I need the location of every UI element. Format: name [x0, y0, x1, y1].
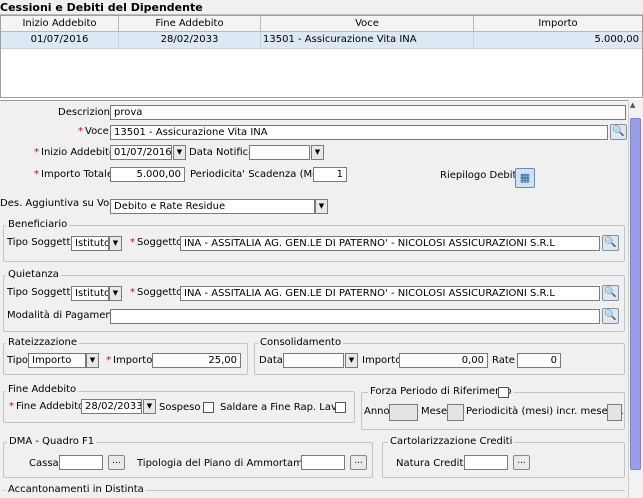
cell-importo: 5.000,00: [594, 34, 639, 45]
chevron-down-icon[interactable]: ▼: [173, 145, 186, 160]
rate-label: Rate: [492, 355, 515, 366]
chevron-down-icon[interactable]: ▼: [86, 353, 99, 368]
saldare-checkbox[interactable]: [335, 402, 346, 413]
cassa-label: Cassa: [29, 458, 59, 469]
data-input[interactable]: [283, 353, 344, 368]
voce-input[interactable]: 13501 - Assicurazione Vita INA: [110, 125, 608, 140]
importo-input[interactable]: 0,00: [399, 353, 488, 368]
chevron-down-icon[interactable]: ▼: [345, 353, 358, 368]
rate-input[interactable]: 0: [517, 353, 561, 368]
descrizione-input[interactable]: prova: [110, 105, 626, 120]
importo-totale-input[interactable]: 5.000,00: [110, 167, 185, 182]
importo-totale-label: * Importo Totale: [34, 169, 113, 180]
rateizzazione-title: Rateizzazione: [6, 337, 79, 349]
data-notifica-input[interactable]: [249, 145, 310, 160]
mese-label: Mese: [421, 406, 448, 417]
search-icon[interactable]: 🔍: [602, 235, 619, 251]
search-icon[interactable]: 🔍: [610, 124, 627, 140]
anno-label: Anno: [364, 406, 390, 417]
panel-title: Cessioni e Debiti del Dipendente: [0, 0, 643, 15]
saldare-label: Saldare a Fine Rap. Lav.: [220, 402, 340, 413]
sospeso-label: Sospeso: [159, 402, 201, 413]
tipologia-input[interactable]: [301, 455, 345, 470]
forza-periodo-title: Forza Periodo di Riferimento: [368, 386, 514, 398]
consolidamento-title: Consolidamento: [258, 337, 344, 349]
cell-inizio: 01/07/2016: [1, 32, 119, 49]
importo-label: * Importo: [106, 355, 153, 366]
inizio-label: * Inizio Addebito: [34, 147, 116, 158]
riepilogo-label: Riepilogo Debito: [440, 170, 523, 181]
periodicita-mesi-label: Periodicità (mesi) incr. mese rif.: [466, 406, 624, 417]
chevron-down-icon[interactable]: ▼: [143, 399, 156, 414]
periodicita-mesi-input[interactable]: [607, 404, 622, 421]
importo-label: Importo: [362, 355, 402, 366]
descrizione-label: Descrizione: [58, 107, 117, 118]
cell-fine: 28/02/2033: [119, 32, 261, 49]
column-header[interactable]: Voce: [261, 16, 474, 32]
tipo-soggetto-label: Tipo Soggetto: [7, 237, 77, 248]
tipo-label: Tipo: [7, 355, 29, 366]
cessioni-grid: Inizio Addebito Fine Addebito Voce Impor…: [0, 15, 643, 98]
scrollbar-thumb[interactable]: [630, 118, 641, 470]
mese-input[interactable]: [447, 404, 464, 421]
tipo-soggetto-select[interactable]: Istituto: [71, 286, 109, 301]
cassa-input[interactable]: [59, 455, 103, 470]
chevron-down-icon[interactable]: ▼: [109, 286, 122, 301]
inizio-date-input[interactable]: 01/07/2016: [110, 145, 172, 160]
fine-addebito-title: Fine Addebito: [6, 384, 79, 396]
forza-periodo-checkbox[interactable]: [498, 387, 509, 398]
column-header[interactable]: Importo: [474, 16, 642, 32]
soggetto-label: * Soggetto: [130, 237, 183, 248]
column-header[interactable]: Fine Addebito: [119, 16, 261, 32]
anno-input[interactable]: [389, 404, 418, 421]
chevron-down-icon[interactable]: ▼: [315, 199, 328, 214]
ellipsis-icon[interactable]: ...: [350, 455, 367, 470]
natura-label: Natura Credito: [396, 458, 470, 469]
periodicita-label: Periodicita' Scadenza (Mesi): [190, 169, 331, 180]
des-label: Des. Aggiuntiva su Voce: [0, 198, 121, 209]
ellipsis-icon[interactable]: ...: [513, 455, 530, 470]
ellipsis-icon[interactable]: ...: [108, 455, 125, 470]
tipo-select[interactable]: Importo: [28, 353, 86, 368]
data-label: Data: [259, 355, 283, 366]
cartolarizzazione-title: Cartolarizzazione Crediti: [388, 436, 515, 448]
cell-voce: 13501 - Assicurazione Vita INA: [261, 32, 474, 49]
voce-label: * Voce: [78, 126, 109, 137]
tipologia-label: Tipologia del Piano di Ammortamento: [137, 458, 326, 469]
tipo-soggetto-select[interactable]: Istituto: [71, 236, 109, 251]
quietanza-title: Quietanza: [6, 269, 61, 281]
fine-date-input[interactable]: 28/02/2033: [81, 399, 142, 414]
des-select[interactable]: Debito e Rate Residue: [110, 199, 315, 214]
table-row[interactable]: 01/07/2016 28/02/2033 13501 - Assicurazi…: [1, 32, 642, 49]
calculator-icon[interactable]: ▦: [515, 168, 535, 188]
scroll-up-icon[interactable]: ▲: [630, 101, 635, 109]
column-header[interactable]: Inizio Addebito: [1, 16, 119, 32]
soggetto-input[interactable]: INA - ASSITALIA AG. GEN.LE DI PATERNO' -…: [180, 286, 600, 301]
modalita-input[interactable]: [110, 309, 600, 324]
fine-label: * Fine Addebito: [9, 401, 85, 412]
periodicita-input[interactable]: 1: [313, 167, 347, 182]
importo-input[interactable]: 25,00: [152, 353, 241, 368]
beneficiario-title: Beneficiario: [6, 219, 70, 231]
chevron-down-icon[interactable]: ▼: [311, 145, 324, 160]
accantonamenti-title: Accantonamenti in Distinta: [6, 484, 146, 496]
data-notifica-label: Data Notifica: [189, 147, 255, 158]
soggetto-input[interactable]: INA - ASSITALIA AG. GEN.LE DI PATERNO' -…: [180, 236, 600, 251]
dma-title: DMA - Quadro F1: [7, 436, 97, 448]
sospeso-checkbox[interactable]: [203, 402, 214, 413]
natura-input[interactable]: [464, 455, 508, 470]
tipo-soggetto-label: Tipo Soggetto: [7, 287, 77, 298]
modalita-label: Modalità di Pagamento: [7, 310, 122, 321]
chevron-down-icon[interactable]: ▼: [109, 236, 122, 251]
search-icon[interactable]: 🔍: [602, 285, 619, 301]
soggetto-label: * Soggetto: [130, 287, 183, 298]
search-icon[interactable]: 🔍: [602, 308, 619, 324]
